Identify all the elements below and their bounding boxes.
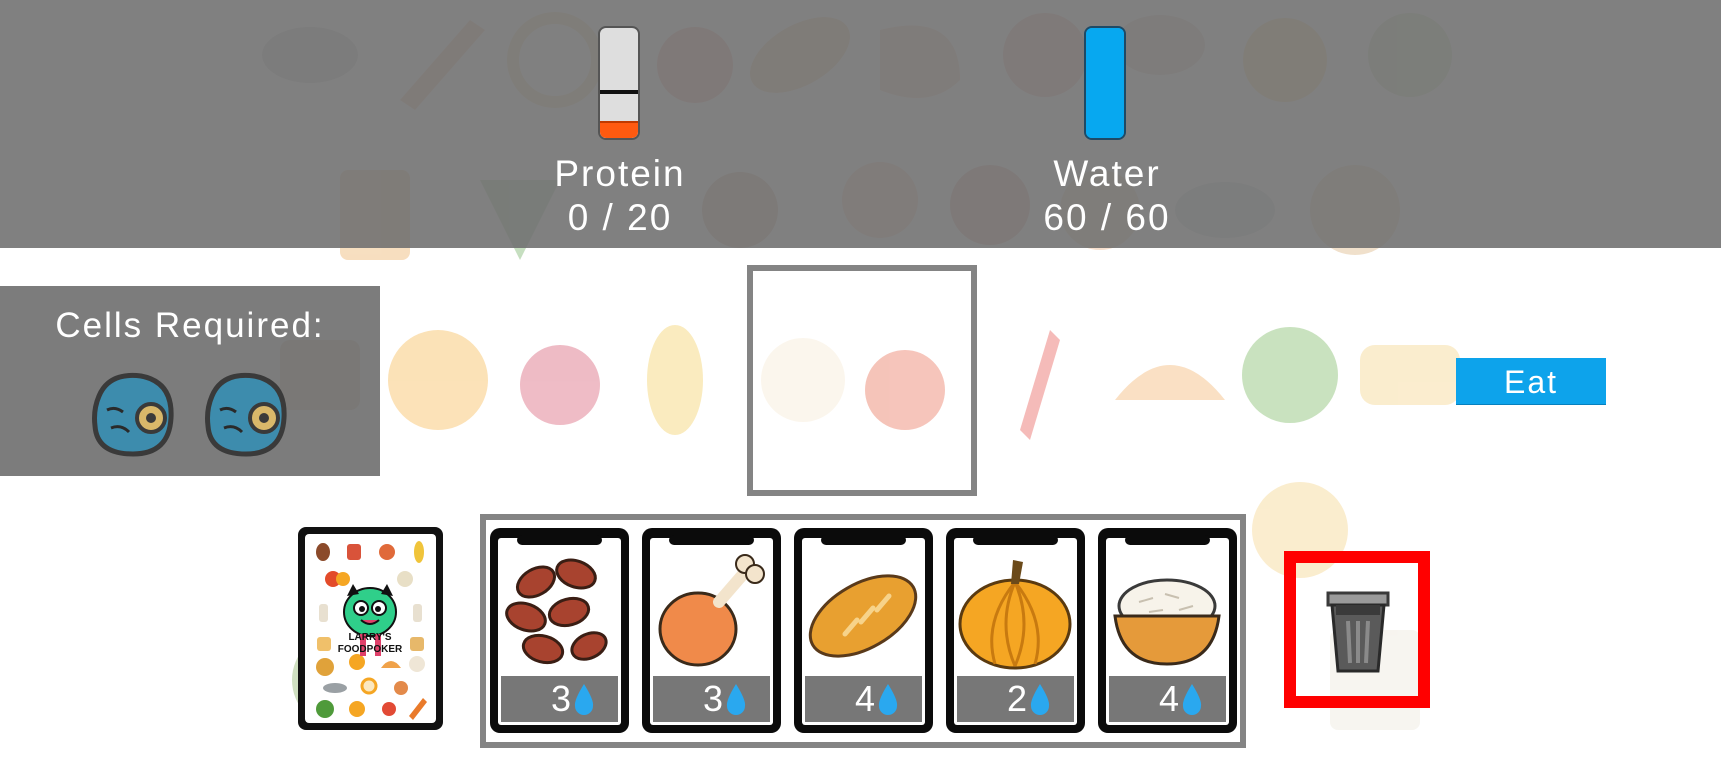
- cell-icon: [205, 372, 287, 457]
- card-cost: 2: [1006, 678, 1027, 719]
- food-card-bread[interactable]: 4: [794, 528, 933, 733]
- card-cost: 4: [1158, 678, 1179, 719]
- deck-card-back: LARRY'S FOODPOKER: [305, 534, 436, 723]
- cell-icon: [92, 372, 174, 457]
- trash-can-icon: [1326, 591, 1390, 673]
- deck-logo-text-line1: LARRY'S: [348, 632, 391, 643]
- water-drop-icon: [1030, 684, 1050, 715]
- water-drop-icon: [574, 684, 594, 715]
- water-drop-icon: [1182, 684, 1202, 715]
- card-cost: 3: [550, 678, 571, 719]
- larrys-foodpoker-logo: LARRY'S FOODPOKER: [316, 541, 427, 720]
- card-cost: 3: [702, 678, 723, 719]
- rice-bowl-icon: [1113, 578, 1221, 666]
- deck-logo-text-line2: FOODPOKER: [338, 644, 403, 655]
- card-cost-bar: 2: [957, 676, 1074, 722]
- protein-meter-fill: [600, 120, 638, 138]
- food-card-chicken[interactable]: 3: [642, 528, 781, 733]
- card-cost-bar: 3: [653, 676, 770, 722]
- water-meter-fill: [1086, 28, 1124, 138]
- protein-label: Protein: [554, 153, 686, 194]
- food-card-pumpkin[interactable]: 2: [946, 528, 1085, 733]
- play-area-slot[interactable]: [747, 265, 977, 496]
- protein-target-marker: [600, 89, 638, 94]
- cells-required-title: Cells Required:: [55, 306, 325, 345]
- food-card-beans[interactable]: 3: [490, 528, 629, 733]
- nutrient-status-panel: [0, 0, 1721, 248]
- chicken-drumstick-icon: [658, 554, 765, 667]
- water-drop-icon: [726, 684, 746, 715]
- card-cost-bar: 4: [1109, 676, 1226, 722]
- water-label: Water: [1053, 153, 1161, 194]
- eat-button[interactable]: Eat: [1456, 358, 1606, 404]
- bread-loaf-icon: [808, 574, 918, 658]
- pumpkin-icon: [958, 560, 1072, 670]
- card-cost: 4: [854, 678, 875, 719]
- water-value: 60 / 60: [1043, 197, 1171, 238]
- water-meter: [1084, 26, 1126, 140]
- water-drop-icon: [878, 684, 898, 715]
- card-cost-bar: 3: [501, 676, 618, 722]
- food-card-rice[interactable]: 4: [1098, 528, 1237, 733]
- draw-deck[interactable]: LARRY'S FOODPOKER: [298, 527, 443, 730]
- kidney-beans-icon: [505, 558, 608, 665]
- card-cost-bar: 4: [805, 676, 922, 722]
- protein-value: 0 / 20: [567, 197, 673, 238]
- cells-required-panel: Cells Required:: [0, 286, 380, 476]
- discard-zone[interactable]: [1284, 551, 1430, 708]
- protein-meter: [598, 26, 640, 140]
